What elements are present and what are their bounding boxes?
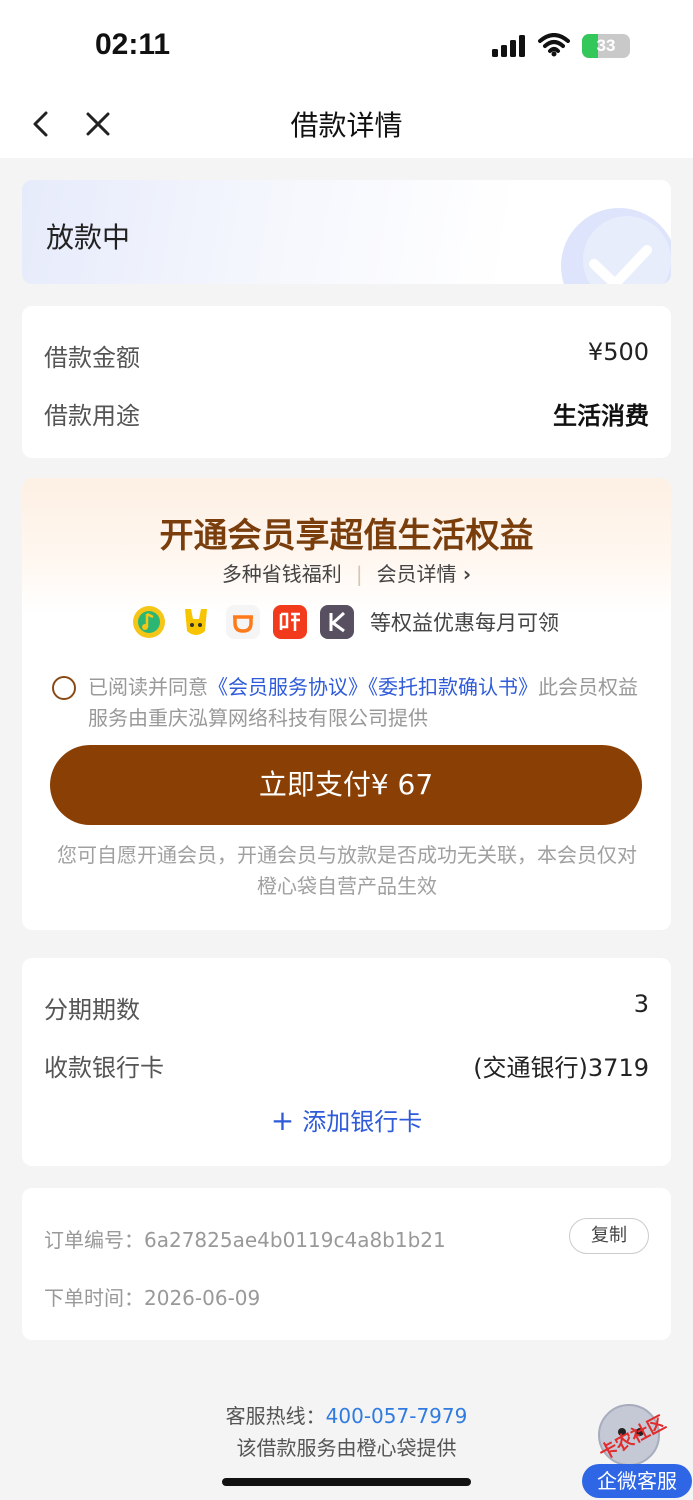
home-indicator [222,1478,471,1486]
loan-purpose-value: 生活消费 [553,402,649,430]
periods-row: 分期期数 3 [44,990,649,1030]
order-time-label: 下单时间： [44,1286,144,1310]
agreement-text: 已阅读并同意《会员服务协议》《委托扣款确认书》此会员权益服务由重庆泓算网络科技有… [88,672,652,734]
order-number-label: 订单编号： [44,1228,144,1252]
membership-note: 您可自愿开通会员，开通会员与放款是否成功无关联，本会员仅对橙心袋自营产品生效 [57,843,637,898]
agreement-row: 已阅读并同意《会员服务协议》《委托扣款确认书》此会员权益服务由重庆泓算网络科技有… [52,672,652,734]
battery-icon: 33 [582,34,630,58]
membership-details-label: 会员详情 [376,562,457,586]
loan-amount-value: ¥500 [587,338,649,366]
hotline-number[interactable]: 400-057-7979 [326,1404,468,1428]
order-time-value: 2026-06-09 [144,1286,261,1310]
status-time: 02:11 [95,28,171,61]
add-bank-card-button[interactable]: + 添加银行卡 [22,1102,671,1137]
battery-percent: 33 [596,36,616,55]
mango-tv-icon [179,605,213,639]
order-number-line: 订单编号：6a27825ae4b0119c4a8b1b21 [44,1224,446,1253]
membership-subtitle: 多种省钱福利 [221,562,342,586]
loan-purpose-row: 借款用途 生活消费 [44,396,649,436]
loan-status-text: 放款中 [46,221,131,254]
cellular-signal-icon [492,35,525,57]
loan-info-card: 借款金额 ¥500 借款用途 生活消费 [22,306,671,458]
periods-label: 分期期数 [44,996,140,1024]
nav-bar: 借款详情 [0,90,693,158]
qq-music-icon [132,605,166,639]
loan-amount-label: 借款金额 [44,344,140,372]
bank-card-row: 收款银行卡 (交通银行)3719 [44,1048,649,1088]
bank-card-value: (交通银行)3719 [473,1054,649,1082]
check-badge-icon [561,208,671,284]
wifi-icon [538,33,570,57]
membership-title: 开通会员享超值生活权益 [159,516,534,556]
loan-status-card: 放款中 [22,180,671,284]
hotline-label: 客服热线： [225,1404,326,1428]
agreement-radio[interactable] [52,676,76,700]
pay-now-button[interactable]: 立即支付¥ 67 [50,745,642,825]
perks-text: 等权益优惠每月可领 [370,611,559,635]
customer-service-label[interactable]: 企微客服 [582,1464,692,1498]
status-bar: 02:11 33 [0,0,693,90]
order-time-line: 下单时间：2026-06-09 [44,1282,260,1311]
periods-value: 3 [633,990,649,1018]
agreement-prefix: 已阅读并同意 [88,675,208,699]
keep-icon [320,605,354,639]
customer-service-float[interactable]: 卡农社区 企微客服 [580,1404,693,1500]
loan-purpose-label: 借款用途 [44,402,140,430]
order-card: 订单编号：6a27825ae4b0119c4a8b1b21 复制 下单时间：20… [22,1188,671,1340]
ximalaya-icon [273,605,307,639]
member-service-agreement-link[interactable]: 《会员服务协议》 [208,675,368,699]
chevron-right-icon: › [462,562,472,586]
debit-authorization-link[interactable]: 《委托扣款确认书》 [368,675,538,699]
divider: | [355,562,363,586]
didi-icon [226,605,260,639]
membership-card: 开通会员享超值生活权益 多种省钱福利 | 会员详情 › 等权益优惠每月可领 已阅读并… [22,478,671,930]
membership-details-link[interactable]: 会员详情 › [377,562,472,586]
order-number-value: 6a27825ae4b0119c4a8b1b21 [144,1228,446,1252]
copy-button[interactable]: 复制 [569,1218,649,1254]
perks-row: 等权益优惠每月可领 [132,602,559,642]
page-title: 借款详情 [290,109,403,142]
loan-amount-row: 借款金额 ¥500 [44,338,649,378]
membership-subtitle-row: 多种省钱福利 | 会员详情 › [22,558,671,587]
add-bank-card-label: 添加银行卡 [302,1108,423,1136]
plus-icon: + [270,1104,295,1137]
installment-card: 分期期数 3 收款银行卡 (交通银行)3719 + 添加银行卡 [22,958,671,1166]
bank-card-label: 收款银行卡 [44,1054,164,1082]
